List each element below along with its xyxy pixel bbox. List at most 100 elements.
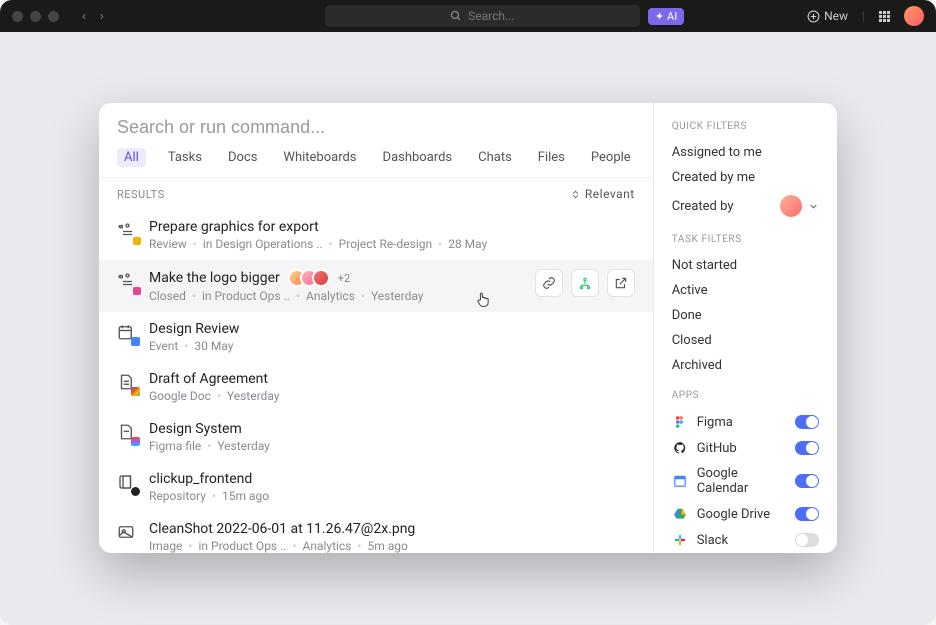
app-row: GitHub [672, 435, 819, 461]
tab-whiteboards[interactable]: Whiteboards [279, 148, 360, 167]
assignee-stack [288, 269, 330, 287]
task-icon [117, 221, 137, 241]
global-search[interactable]: Search... [325, 5, 640, 27]
result-title: Design Review [149, 321, 239, 337]
result-subtitle: Event•30 May [149, 339, 635, 353]
sort-toggle[interactable]: Relevant [570, 187, 635, 201]
app-row: Slack [672, 527, 819, 553]
gdoc-icon [117, 373, 137, 393]
window-controls[interactable] [12, 11, 59, 22]
app-label: GitHub [697, 441, 786, 456]
result-title: Prepare graphics for export [149, 219, 319, 235]
app-toggle[interactable] [795, 533, 819, 547]
task-filters-label: TASK FILTERS [672, 234, 819, 245]
task-icon [117, 271, 137, 291]
chevron-down-icon [808, 201, 819, 212]
tab-chats[interactable]: Chats [474, 148, 516, 167]
tab-files[interactable]: Files [534, 148, 569, 167]
app-label: Google Drive [697, 507, 786, 522]
task-filter-item[interactable]: Done [672, 303, 819, 328]
results-label: RESULTS [117, 188, 165, 201]
result-row[interactable]: Make the logo bigger+2Closed•in Product … [99, 260, 653, 312]
result-subtitle: Closed•in Product Ops ..•Analytics•Yeste… [149, 289, 523, 303]
app-row: Google Calendar [672, 461, 819, 501]
assignee-overflow: +2 [338, 272, 350, 285]
tab-all[interactable]: All [117, 148, 146, 167]
plus-circle-icon [807, 10, 820, 23]
task-filter-item[interactable]: Not started [672, 253, 819, 278]
apps-grid-icon[interactable] [879, 11, 890, 22]
app-toggle[interactable] [795, 474, 819, 488]
back-button[interactable]: ‹ [79, 9, 89, 24]
result-subtitle: Image•in Product Ops ..•Analytics•5m ago [149, 539, 635, 553]
app-row: Google Drive [672, 501, 819, 527]
app-window: ‹ › Search... ✦ AI New | [0, 0, 936, 625]
quick-filter-item[interactable]: Assigned to me [672, 140, 819, 165]
result-row[interactable]: Design System Figma file•Yesterday [99, 412, 653, 462]
tab-tasks[interactable]: Tasks [164, 148, 206, 167]
command-palette: All Tasks Docs Whiteboards Dashboards Chats Fi… [99, 103, 837, 553]
figma-icon [672, 414, 688, 430]
command-input[interactable] [117, 117, 635, 138]
quick-filter-item[interactable]: Created by [672, 190, 819, 222]
app-toggle[interactable] [795, 507, 819, 521]
google-calendar-icon [672, 473, 688, 489]
app-toggle[interactable] [795, 441, 819, 455]
copy-link-button[interactable] [535, 269, 563, 297]
search-icon [450, 10, 462, 22]
result-row[interactable]: Draft of Agreement Google Doc•Yesterday [99, 362, 653, 412]
sort-icon [570, 189, 581, 200]
result-title: CleanShot 2022-06-01 at 11.26.47@2x.png [149, 521, 415, 537]
result-subtitle: Review•in Design Operations ..•Project R… [149, 237, 635, 251]
result-title: clickup_frontend [149, 471, 252, 487]
github-icon [672, 440, 688, 456]
new-label: New [824, 9, 848, 23]
result-row[interactable]: CleanShot 2022-06-01 at 11.26.47@2x.png I… [99, 512, 653, 553]
titlebar: ‹ › Search... ✦ AI New | [0, 0, 936, 32]
new-button[interactable]: New [807, 9, 848, 23]
result-subtitle: Figma file•Yesterday [149, 439, 635, 453]
open-button[interactable] [607, 269, 635, 297]
app-label: Figma [697, 415, 786, 430]
figma-icon [117, 423, 137, 443]
result-row[interactable]: clickup_frontend Repository•15m ago [99, 462, 653, 512]
result-title: Draft of Agreement [149, 371, 268, 387]
creator-avatar [780, 195, 802, 217]
filters-panel: QUICK FILTERS Assigned to meCreated by m… [654, 103, 837, 553]
google-drive-icon [672, 506, 688, 522]
slack-icon [672, 532, 688, 548]
tab-people[interactable]: People [587, 148, 635, 167]
result-row[interactable]: Prepare graphics for export Review•in Des… [99, 210, 653, 260]
zoom-dot-icon[interactable] [48, 11, 59, 22]
forward-button[interactable]: › [97, 9, 107, 24]
result-title: Design System [149, 421, 242, 437]
command-left-panel: All Tasks Docs Whiteboards Dashboards Chats Fi… [99, 103, 654, 553]
tab-docs[interactable]: Docs [224, 148, 261, 167]
ai-label: AI [667, 10, 677, 23]
task-filter-item[interactable]: Active [672, 278, 819, 303]
creator-selector[interactable] [780, 195, 819, 217]
task-filter-item[interactable]: Archived [672, 353, 819, 378]
app-label: Slack [697, 533, 786, 548]
app-toggle[interactable] [795, 415, 819, 429]
apps-label: APPS [672, 390, 819, 401]
close-dot-icon[interactable] [12, 11, 23, 22]
subtask-button[interactable] [571, 269, 599, 297]
image-icon [117, 523, 137, 543]
result-subtitle: Repository•15m ago [149, 489, 635, 503]
repo-icon [117, 473, 137, 493]
ai-badge[interactable]: ✦ AI [648, 8, 684, 25]
minimize-dot-icon[interactable] [30, 11, 41, 22]
app-row: Figma [672, 409, 819, 435]
event-icon [117, 323, 137, 343]
search-placeholder: Search... [468, 9, 514, 23]
result-row[interactable]: Design Review Event•30 May [99, 312, 653, 362]
ai-sparkle-icon: ✦ [655, 10, 664, 23]
result-subtitle: Google Doc•Yesterday [149, 389, 635, 403]
quick-filter-item[interactable]: Created by me [672, 165, 819, 190]
user-avatar[interactable] [904, 6, 924, 26]
task-filter-item[interactable]: Closed [672, 328, 819, 353]
quick-filters-label: QUICK FILTERS [672, 121, 819, 132]
tab-dashboards[interactable]: Dashboards [379, 148, 457, 167]
row-actions [535, 269, 635, 297]
